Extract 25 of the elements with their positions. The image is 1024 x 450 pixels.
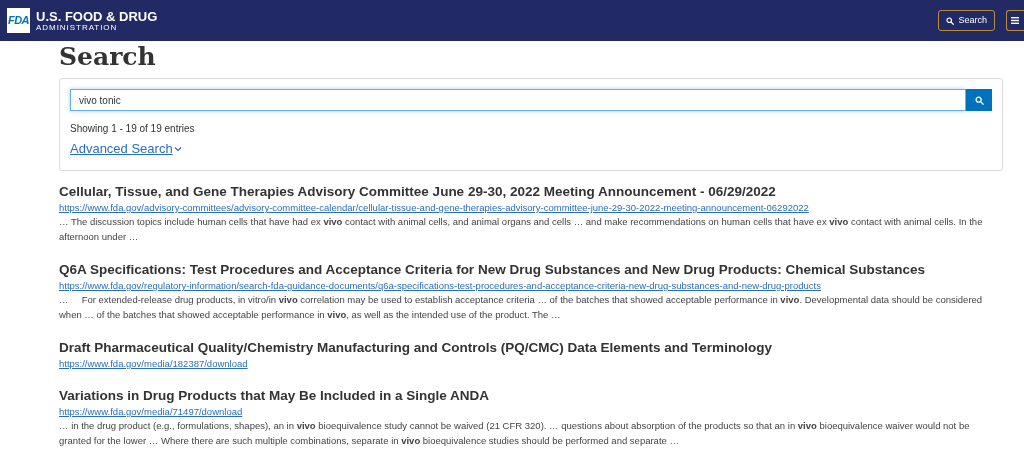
result-title[interactable]: Variations in Drug Products that May Be Included in a Single ANDA bbox=[59, 387, 1003, 405]
result-url[interactable]: https://www.fda.gov/media/182387/download bbox=[59, 357, 1003, 370]
advanced-search-link[interactable]: Advanced Search bbox=[70, 139, 182, 159]
result-url[interactable]: https://www.fda.gov/media/71497/download bbox=[59, 405, 1003, 418]
result-title[interactable]: Draft Pharmaceutical Quality/Chemistry Manufacturing and Controls (PQ/CMC) Data Elements and Terminology bbox=[59, 339, 1003, 357]
result-title[interactable]: Cellular, Tissue, and Gene Therapies Advisory Committee June 29-30, 2022 Meeting Announcement - 06/29/2022 bbox=[59, 183, 1003, 201]
chevron-icon bbox=[173, 145, 182, 152]
logo-subtitle: ADMINISTRATION bbox=[36, 23, 119, 32]
search-icon bbox=[974, 95, 984, 105]
search-button[interactable]: Search bbox=[938, 10, 995, 31]
logo-mark[interactable]: FDA bbox=[7, 8, 30, 33]
result-url[interactable]: https://www.fda.gov/advisory-committees/advisory-committee-calendar/cellular-tissue-and-gene-therapies-advisory-committee-june-29-30-2022-meeting-announcement-06292022 bbox=[59, 201, 1003, 214]
page-title: Search bbox=[59, 44, 157, 69]
menu-icon bbox=[1011, 17, 1019, 24]
menu-button[interactable] bbox=[1006, 10, 1024, 31]
search-icon bbox=[946, 16, 955, 25]
result-snippet: … The discussion topics include human cells that have had ex vivo contact with animal cells, and animal organs and cells … and make recommendations on human cells that have ex vivo contact with animal cells. In the afternoon under … bbox=[59, 215, 984, 244]
search-field[interactable]: vivo tonic bbox=[70, 89, 966, 111]
search-submit-button[interactable] bbox=[966, 89, 992, 111]
result-snippet: … For extended-release drug products, in vitro/in vivo correlation may be used to establish acceptance criteria … of the batches that showed acceptable performance in vivo. Developmental data should be considered when … of the batches that showed acceptable performance in vivo, as well as the intended use of the product. The … bbox=[59, 293, 984, 322]
result-url[interactable]: https://www.fda.gov/regulatory-information/search-fda-guidance-documents/q6a-specifications-test-procedures-and-acceptance-criteria-new-drug-substances-and-new-drug-products bbox=[59, 279, 1003, 292]
result-title[interactable]: Q6A Specifications: Test Procedures and Acceptance Criteria for New Drug Substances and New Drug Products: Chemical Substances bbox=[59, 261, 1003, 279]
logo-title: U.S. FOOD & DRUG bbox=[36, 9, 158, 23]
results-count: Showing 1 - 19 of 19 entries bbox=[70, 122, 196, 136]
result-snippet: … in the drug product (e.g., formulations, shapes), an in vivo bioequivalence study cannot be waived (21 CFR 320). … questions about absorption of the products so that an in vivo bioequivalence waiver would not be granted for the lower … Where there are such multiple combinations, separate in vivo bioequivalence studies should be performed and separate … bbox=[59, 419, 971, 448]
